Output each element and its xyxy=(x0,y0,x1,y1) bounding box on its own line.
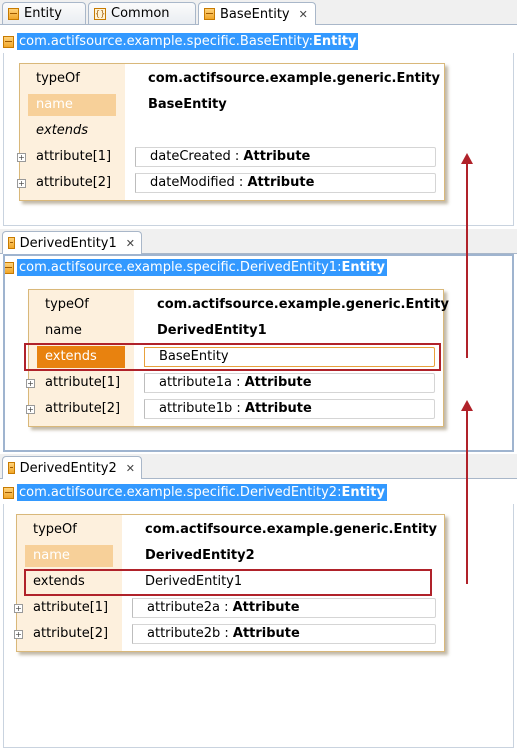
resource-path-bar: com.actifsource.example.specific.BaseEnt… xyxy=(3,32,514,51)
row-name: name DerivedEntity2 xyxy=(17,545,444,569)
extends-label: extends xyxy=(36,123,89,138)
row-attribute-1: + attribute[1] attribute2a : Attribute xyxy=(14,597,444,621)
editor-panel-derivedentity1: DerivedEntity1 ✕ com.actifsource.example… xyxy=(0,229,517,452)
row-name: name BaseEntity xyxy=(20,94,444,118)
attribute-2-field[interactable]: attribute1b : Attribute xyxy=(144,399,435,419)
close-icon[interactable]: ✕ xyxy=(126,462,135,475)
attribute-2-field[interactable]: attribute2b : Attribute xyxy=(132,624,436,644)
tab-derivedentity1[interactable]: DerivedEntity1 ✕ xyxy=(2,231,142,254)
typeof-label: typeOf xyxy=(33,522,77,537)
typeof-value[interactable]: com.actifsource.example.generic.Entity xyxy=(148,68,440,90)
tab-entity[interactable]: Entity xyxy=(2,2,86,24)
editor-body: typeOf com.actifsource.example.generic.E… xyxy=(3,53,514,226)
name-label: name xyxy=(28,94,116,116)
expand-icon[interactable]: + xyxy=(17,153,26,162)
resource-path-bar: com.actifsource.example.specific.Derived… xyxy=(3,483,514,502)
row-typeof: typeOf com.actifsource.example.generic.E… xyxy=(29,294,449,318)
expand-icon[interactable]: + xyxy=(26,379,35,388)
tab-derivedentity2[interactable]: DerivedEntity2 ✕ xyxy=(2,456,142,479)
tab-label: Entity xyxy=(24,6,62,21)
close-icon[interactable]: ✕ xyxy=(126,237,135,250)
tab-label: DerivedEntity1 xyxy=(19,235,117,251)
resource-path[interactable]: com.actifsource.example.specific.Derived… xyxy=(17,484,387,501)
tab-label: Common xyxy=(111,6,170,21)
row-typeof: typeOf com.actifsource.example.generic.E… xyxy=(20,68,444,92)
typeof-label: typeOf xyxy=(36,71,80,86)
expand-icon[interactable]: + xyxy=(26,405,35,414)
typeof-value[interactable]: com.actifsource.example.generic.Entity xyxy=(157,294,449,316)
attribute-1-field[interactable]: attribute1a : Attribute xyxy=(144,373,435,393)
attribute-1-label: + attribute[1] xyxy=(14,600,109,615)
row-typeof: typeOf com.actifsource.example.generic.E… xyxy=(17,519,444,543)
attribute-1-label: + attribute[1] xyxy=(17,149,112,164)
row-name: name DerivedEntity1 xyxy=(29,320,443,344)
editor-body: typeOf com.actifsource.example.generic.E… xyxy=(3,504,514,748)
tab-label: DerivedEntity2 xyxy=(19,460,117,476)
row-attribute-2: + attribute[2] attribute1b : Attribute xyxy=(26,398,443,422)
attribute-2-label: + attribute[2] xyxy=(14,626,109,641)
entity-icon xyxy=(8,237,15,249)
expand-icon[interactable]: + xyxy=(14,630,23,639)
attribute-2-label: + attribute[2] xyxy=(17,175,112,190)
expand-icon[interactable]: + xyxy=(17,179,26,188)
entity-icon xyxy=(204,8,215,20)
arrow-up-icon xyxy=(461,400,473,584)
name-value[interactable]: DerivedEntity2 xyxy=(145,545,255,567)
close-icon[interactable]: ✕ xyxy=(299,8,308,21)
row-attribute-1: + attribute[1] attribute1a : Attribute xyxy=(26,372,443,396)
attribute-2-field[interactable]: dateModified : Attribute xyxy=(135,173,436,193)
editor-tab-bar: DerivedEntity1 ✕ xyxy=(0,229,517,254)
name-value[interactable]: DerivedEntity1 xyxy=(157,320,267,342)
attribute-2-label: + attribute[2] xyxy=(26,401,121,416)
tab-baseentity[interactable]: BaseEntity ✕ xyxy=(198,2,316,25)
tab-common[interactable]: {} Common xyxy=(88,2,196,24)
entity-icon xyxy=(3,486,14,499)
name-label: name xyxy=(25,545,113,567)
row-attribute-2: + attribute[2] attribute2b : Attribute xyxy=(14,623,444,647)
expand-icon[interactable]: + xyxy=(14,604,23,613)
editor-panel-derivedentity2: DerivedEntity2 ✕ com.actifsource.example… xyxy=(0,454,517,748)
highlight-box-extends-1 xyxy=(24,343,441,371)
name-value[interactable]: BaseEntity xyxy=(148,94,227,116)
arrow-up-icon xyxy=(461,153,473,358)
entity-icon xyxy=(3,35,14,48)
highlight-box-extends-2 xyxy=(24,569,432,596)
attribute-1-label: + attribute[1] xyxy=(26,375,121,390)
entity-form: typeOf com.actifsource.example.generic.E… xyxy=(17,63,445,201)
name-label: name xyxy=(45,323,82,338)
editor-tab-bar: DerivedEntity2 ✕ xyxy=(0,454,517,479)
entity-icon xyxy=(8,462,15,474)
common-icon: {} xyxy=(94,7,106,20)
tab-label: BaseEntity xyxy=(220,6,290,22)
resource-path[interactable]: com.actifsource.example.specific.BaseEnt… xyxy=(17,33,359,50)
row-attribute-2: + attribute[2] dateModified : Attribute xyxy=(17,172,444,196)
row-extends: extends xyxy=(20,120,444,144)
typeof-label: typeOf xyxy=(45,297,89,312)
attribute-1-field[interactable]: attribute2a : Attribute xyxy=(132,598,436,618)
row-attribute-1: + attribute[1] dateCreated : Attribute xyxy=(17,146,444,170)
attribute-1-field[interactable]: dateCreated : Attribute xyxy=(135,147,436,167)
editor-tab-bar: Entity {} Common BaseEntity ✕ xyxy=(0,0,517,25)
entity-icon xyxy=(8,7,19,20)
typeof-value[interactable]: com.actifsource.example.generic.Entity xyxy=(145,519,437,541)
editor-panel-baseentity: Entity {} Common BaseEntity ✕ com.actifs… xyxy=(0,0,517,226)
